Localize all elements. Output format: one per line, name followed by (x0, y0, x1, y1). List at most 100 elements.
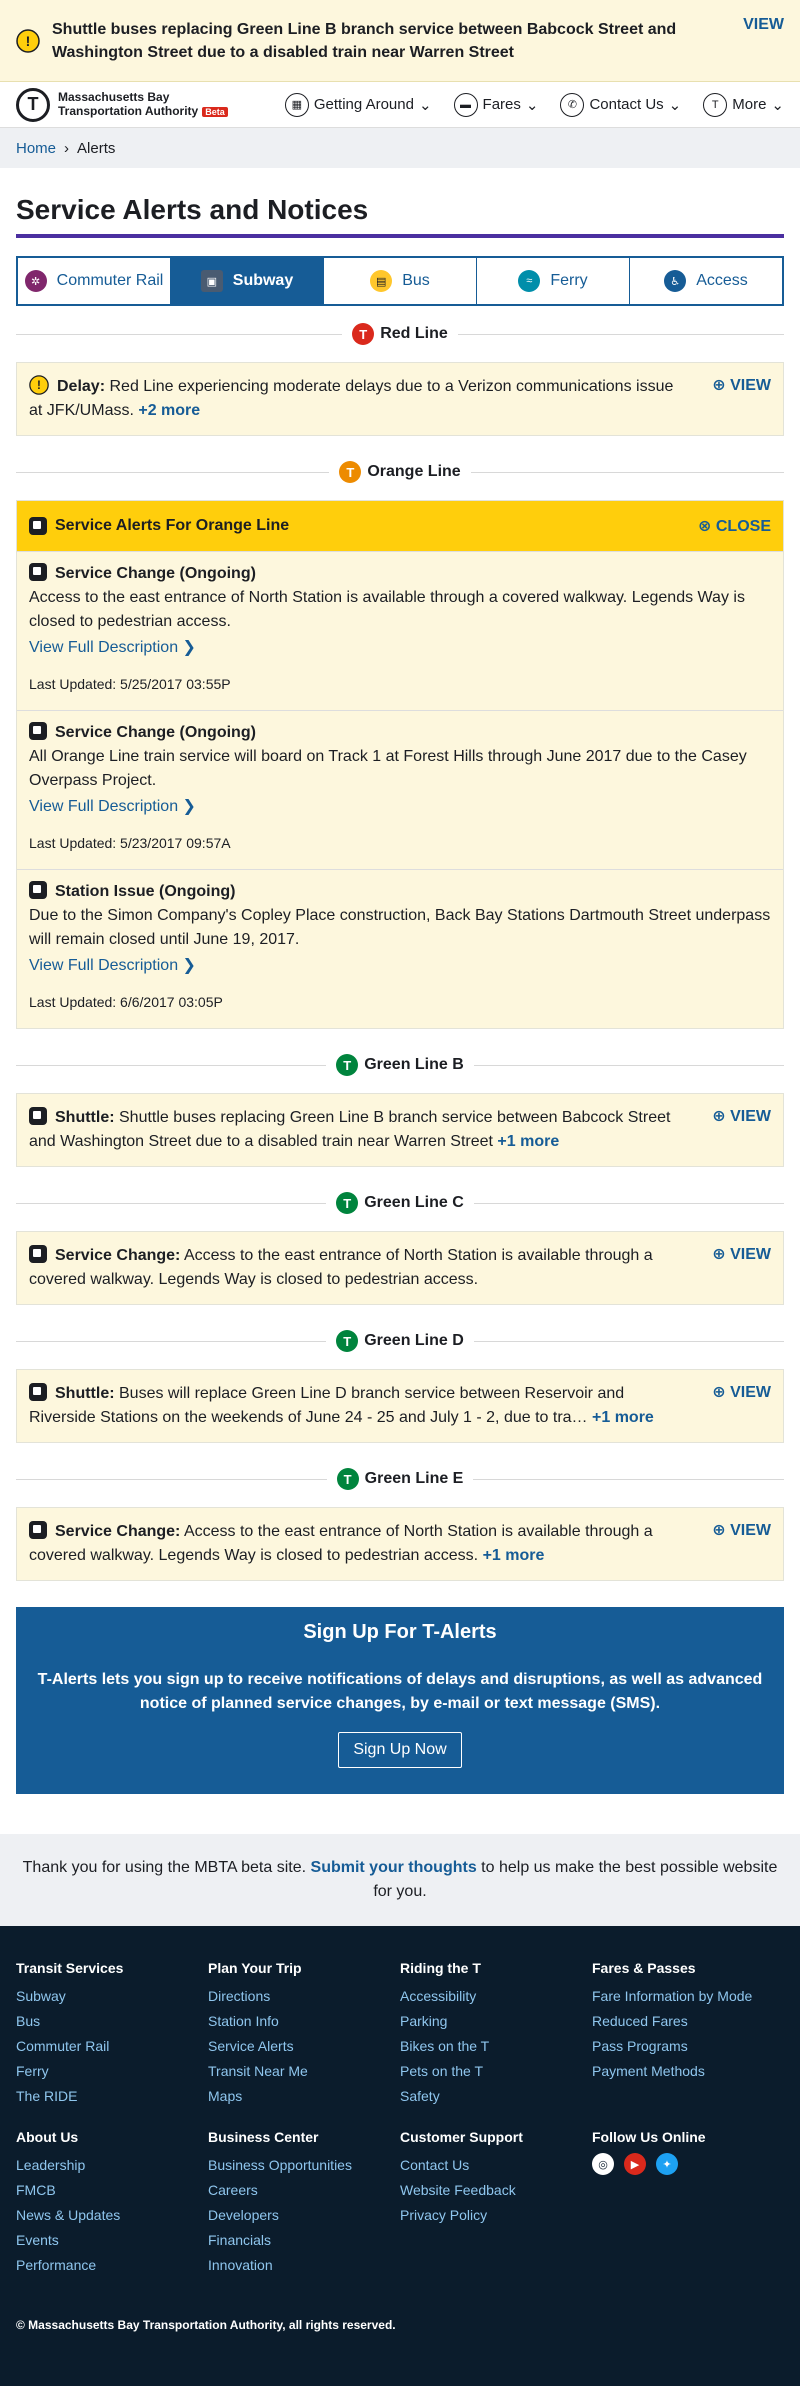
footer-link[interactable]: Careers (208, 2178, 400, 2203)
footer-link[interactable]: Station Info (208, 2009, 400, 2034)
banner-view-link[interactable]: VIEW (743, 16, 784, 34)
twitter-icon[interactable]: ✦ (656, 2153, 678, 2175)
footer-link[interactable]: Bus (16, 2009, 208, 2034)
subway-alert-icon (29, 722, 47, 740)
view-full-description-link[interactable]: View Full Description ❯ (29, 795, 771, 819)
footer-link[interactable]: Events (16, 2228, 208, 2253)
footer-link[interactable]: Performance (16, 2253, 208, 2278)
footer-link[interactable]: Fare Information by Mode (592, 1984, 784, 2009)
footer-link[interactable]: Bikes on the T (400, 2034, 592, 2059)
tab-label: Commuter Rail (56, 272, 164, 289)
footer-link[interactable]: Pets on the T (400, 2059, 592, 2084)
alert-label: Shuttle: (55, 1385, 115, 1402)
mbta-logo[interactable]: T Massachusetts Bay Transportation Autho… (16, 87, 228, 122)
svg-text:!: ! (26, 33, 31, 49)
map-icon: ▦ (284, 92, 309, 117)
commuter-rail-icon: ✲ (24, 270, 47, 292)
youtube-icon[interactable]: ▶ (624, 2153, 646, 2175)
footer-link[interactable]: Maps (208, 2084, 400, 2109)
plus-circle-icon: ⊕ (712, 1522, 726, 1539)
nav-contact-us[interactable]: ✆ Contact Us ⌄ (560, 92, 681, 117)
tab-commuter-rail[interactable]: ✲ Commuter Rail (18, 258, 171, 304)
tab-access[interactable]: ♿ Access (630, 258, 782, 304)
green-line-icon: T (336, 1192, 359, 1214)
alert-text: Buses will replace Green Line D branch s… (29, 1385, 625, 1426)
more-link[interactable]: +1 more (483, 1547, 545, 1564)
link-label: View Full Description (29, 798, 179, 815)
footer-link[interactable]: Financials (208, 2228, 400, 2253)
footer-link[interactable]: Privacy Policy (400, 2203, 592, 2228)
item-title: Service Change (Ongoing) (55, 565, 256, 582)
subway-alert-icon (29, 881, 47, 899)
sign-up-button[interactable]: Sign Up Now (338, 1732, 462, 1768)
tab-subway[interactable]: ▣ Subway (171, 258, 324, 304)
footer-link[interactable]: Pass Programs (592, 2034, 784, 2059)
t-logo-icon: T (16, 87, 50, 122)
tab-bus[interactable]: ▤ Bus (324, 258, 477, 304)
submit-thoughts-link[interactable]: Submit your thoughts (311, 1859, 477, 1876)
phone-icon: ✆ (560, 92, 585, 117)
footer-link[interactable]: Leadership (16, 2153, 208, 2178)
footer-link[interactable]: News & Updates (16, 2203, 208, 2228)
footer-link[interactable]: Website Feedback (400, 2178, 592, 2203)
green-d-view-link[interactable]: ⊕ VIEW (712, 1382, 771, 1430)
close-icon: ⊗ (698, 518, 712, 535)
footer-link[interactable]: Reduced Fares (592, 2009, 784, 2034)
line-title: Red Line (380, 325, 448, 342)
link-label: View Full Description (29, 957, 179, 974)
more-link[interactable]: +2 more (138, 402, 200, 419)
nav-more[interactable]: T More ⌄ (703, 92, 784, 117)
warning-icon: ! (29, 375, 49, 395)
footer-heading: Fares & Passes (592, 1960, 696, 1976)
plus-circle-icon: ⊕ (712, 1108, 726, 1125)
last-updated: Last Updated: 5/23/2017 09:57A (29, 835, 231, 851)
footer-heading: Riding the T (400, 1960, 481, 1976)
footer-link[interactable]: Safety (400, 2084, 592, 2109)
tab-ferry[interactable]: ≈ Ferry (477, 258, 630, 304)
footer-link[interactable]: Payment Methods (592, 2059, 784, 2084)
green-e-view-link[interactable]: ⊕ VIEW (712, 1520, 771, 1568)
footer-link[interactable]: Commuter Rail (16, 2034, 208, 2059)
footer-link[interactable]: The RIDE (16, 2084, 208, 2109)
footer-link[interactable]: Accessibility (400, 1984, 592, 2009)
view-label: VIEW (730, 377, 771, 394)
instagram-icon[interactable]: ◎ (592, 2153, 614, 2175)
footer-link[interactable]: Business Opportunities (208, 2153, 400, 2178)
red-line-view-link[interactable]: ⊕ VIEW (712, 375, 771, 423)
view-label: VIEW (730, 1108, 771, 1125)
green-line-c-alert: Service Change: Access to the east entra… (16, 1231, 784, 1305)
footer-business-center: Business Center Business Opportunities C… (208, 2129, 400, 2278)
tab-label: Ferry (550, 272, 588, 289)
footer-link[interactable]: Transit Near Me (208, 2059, 400, 2084)
footer-transit-services: Transit Services Subway Bus Commuter Rai… (16, 1960, 208, 2109)
footer-link[interactable]: Parking (400, 2009, 592, 2034)
footer-link[interactable]: FMCB (16, 2178, 208, 2203)
plus-circle-icon: ⊕ (712, 1246, 726, 1263)
footer-link[interactable]: Contact Us (400, 2153, 592, 2178)
close-button[interactable]: ⊗ CLOSE (698, 516, 771, 536)
footer-plan-your-trip: Plan Your Trip Directions Station Info S… (208, 1960, 400, 2109)
green-b-view-link[interactable]: ⊕ VIEW (712, 1106, 771, 1154)
green-c-view-link[interactable]: ⊕ VIEW (712, 1244, 771, 1292)
more-link[interactable]: +1 more (592, 1409, 654, 1426)
footer-link[interactable]: Innovation (208, 2253, 400, 2278)
footer-link[interactable]: Developers (208, 2203, 400, 2228)
nav-getting-around[interactable]: ▦ Getting Around ⌄ (284, 92, 432, 117)
footer-link[interactable]: Service Alerts (208, 2034, 400, 2059)
footer-link[interactable]: Directions (208, 1984, 400, 2009)
tab-label: Bus (402, 272, 430, 289)
more-link[interactable]: +1 more (497, 1133, 559, 1150)
plus-circle-icon: ⊕ (712, 1384, 726, 1401)
red-line-icon: T (352, 323, 375, 345)
subway-alert-icon (29, 1245, 47, 1263)
footer-link[interactable]: Subway (16, 1984, 208, 2009)
orange-line-icon: T (339, 461, 362, 483)
line-title: Green Line D (364, 1332, 464, 1349)
breadcrumb-home[interactable]: Home (16, 140, 56, 157)
footer-link[interactable]: Ferry (16, 2059, 208, 2084)
footer-heading: Plan Your Trip (208, 1960, 302, 1976)
nav-fares[interactable]: ▬ Fares ⌄ (453, 92, 538, 117)
orange-alerts-title: Service Alerts For Orange Line (55, 517, 290, 534)
view-full-description-link[interactable]: View Full Description ❯ (29, 636, 771, 660)
view-full-description-link[interactable]: View Full Description ❯ (29, 954, 771, 978)
